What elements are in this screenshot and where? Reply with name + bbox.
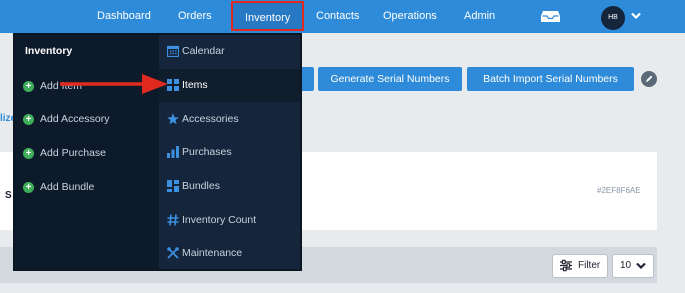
plus-icon: +	[23, 114, 34, 125]
dropdown-links-column: Calendar Items Accessories Purchases Bun…	[159, 35, 300, 269]
nav-admin[interactable]: Admin	[464, 0, 495, 33]
menu-item-label: Maintenance	[182, 247, 243, 259]
add-purchase-label: Add Purchase	[40, 147, 106, 159]
page-size-select[interactable]: 10	[612, 254, 654, 278]
menu-item-calendar[interactable]: Calendar	[159, 35, 300, 68]
menu-item-label: Inventory Count	[182, 214, 257, 226]
chevron-down-icon	[636, 262, 646, 270]
menu-item-accessories[interactable]: Accessories	[159, 103, 300, 136]
calendar-icon	[167, 45, 179, 57]
add-bundle-link[interactable]: + Add Bundle	[23, 179, 94, 195]
star-icon	[167, 113, 179, 125]
add-accessory-label: Add Accessory	[40, 113, 110, 125]
plus-icon: +	[23, 182, 34, 193]
edit-button[interactable]	[641, 71, 657, 87]
card-title-partial: S	[5, 190, 12, 201]
avatar[interactable]: HB	[601, 6, 625, 30]
hash-icon	[167, 214, 179, 226]
tools-icon	[167, 247, 179, 259]
nav-dashboard[interactable]: Dashboard	[97, 0, 151, 33]
nav-inventory[interactable]: Inventory	[231, 1, 305, 31]
bar-chart-icon	[167, 146, 179, 158]
menu-item-label: Calendar	[182, 45, 225, 57]
pencil-icon	[646, 75, 653, 82]
chevron-down-icon[interactable]	[631, 12, 641, 20]
record-hash: #2EF8F6AE	[597, 186, 641, 195]
generate-serial-numbers-button[interactable]: Generate Serial Numbers	[318, 67, 462, 91]
nav-operations[interactable]: Operations	[383, 0, 437, 33]
menu-item-bundles[interactable]: Bundles	[159, 170, 300, 203]
menu-item-maintenance[interactable]: Maintenance	[159, 237, 300, 270]
bundle-icon	[167, 180, 179, 192]
add-bundle-label: Add Bundle	[40, 181, 95, 193]
plus-icon: +	[23, 148, 34, 159]
menu-item-label: Purchases	[182, 146, 232, 158]
add-purchase-link[interactable]: + Add Purchase	[23, 145, 106, 161]
nav-contacts[interactable]: Contacts	[316, 0, 359, 33]
sliders-icon	[560, 259, 572, 272]
menu-item-purchases[interactable]: Purchases	[159, 136, 300, 169]
menu-item-label: Bundles	[182, 180, 220, 192]
batch-import-serial-numbers-button[interactable]: Batch Import Serial Numbers	[467, 67, 634, 91]
menu-item-label: Items	[182, 79, 208, 91]
inbox-icon[interactable]	[541, 10, 560, 23]
annotation-arrow	[60, 74, 168, 94]
add-accessory-link[interactable]: + Add Accessory	[23, 111, 109, 127]
menu-item-items[interactable]: Items	[159, 69, 300, 102]
top-nav: Dashboard Orders Inventory Contacts Oper…	[0, 0, 685, 33]
menu-item-inventory-count[interactable]: Inventory Count	[159, 204, 300, 237]
nav-orders[interactable]: Orders	[178, 0, 212, 33]
plus-icon: +	[23, 81, 34, 92]
dropdown-title: Inventory	[25, 45, 73, 57]
inventory-dropdown: Inventory + Add Item + Add Accessory + A…	[13, 33, 302, 271]
menu-item-label: Accessories	[182, 113, 239, 125]
